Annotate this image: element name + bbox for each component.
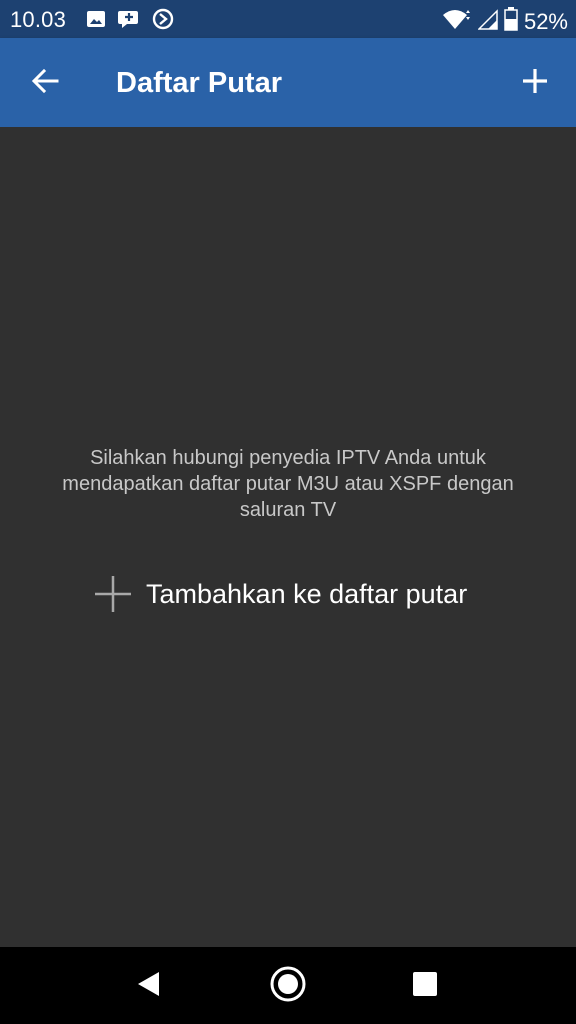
empty-state-message: Silahkan hubungi penyedia IPTV Anda untu…: [62, 447, 514, 521]
main-content: Silahkan hubungi penyedia IPTV Anda untu…: [0, 127, 576, 947]
system-nav-bar: [0, 947, 576, 1024]
screen: 10.03 52% Daftar Putar Silahkan hubungi …: [0, 0, 576, 1024]
app-bar: Daftar Putar: [0, 38, 576, 127]
back-triangle-icon: [135, 970, 161, 1003]
arrow-left-icon: [31, 67, 59, 100]
wifi-icon: [442, 8, 472, 35]
battery-percent: 52%: [523, 8, 568, 34]
nav-back-button[interactable]: [123, 961, 173, 1011]
plus-icon: [522, 68, 548, 99]
add-playlist-button[interactable]: Tambahkan ke daftar putar: [90, 571, 467, 617]
status-bar: 10.03 52%: [0, 0, 576, 38]
recents-square-icon: [412, 971, 438, 1002]
nav-home-button[interactable]: [263, 961, 313, 1011]
home-circle-icon: [269, 965, 307, 1008]
signal-icon: [477, 8, 498, 35]
play-circle-icon: [152, 8, 174, 35]
status-system-icons: 52%: [442, 7, 568, 36]
image-icon: [86, 9, 106, 34]
status-notification-icons: [86, 8, 174, 35]
chat-bubble-icon: [117, 8, 141, 35]
add-playlist-label: Tambahkan ke daftar putar: [146, 578, 468, 609]
add-button[interactable]: [512, 60, 558, 106]
plus-icon: [90, 571, 136, 617]
battery-icon: [504, 7, 518, 36]
page-title: Daftar Putar: [116, 67, 282, 99]
back-button[interactable]: [22, 60, 68, 106]
status-time: 10.03: [10, 7, 67, 32]
nav-recents-button[interactable]: [400, 961, 450, 1011]
